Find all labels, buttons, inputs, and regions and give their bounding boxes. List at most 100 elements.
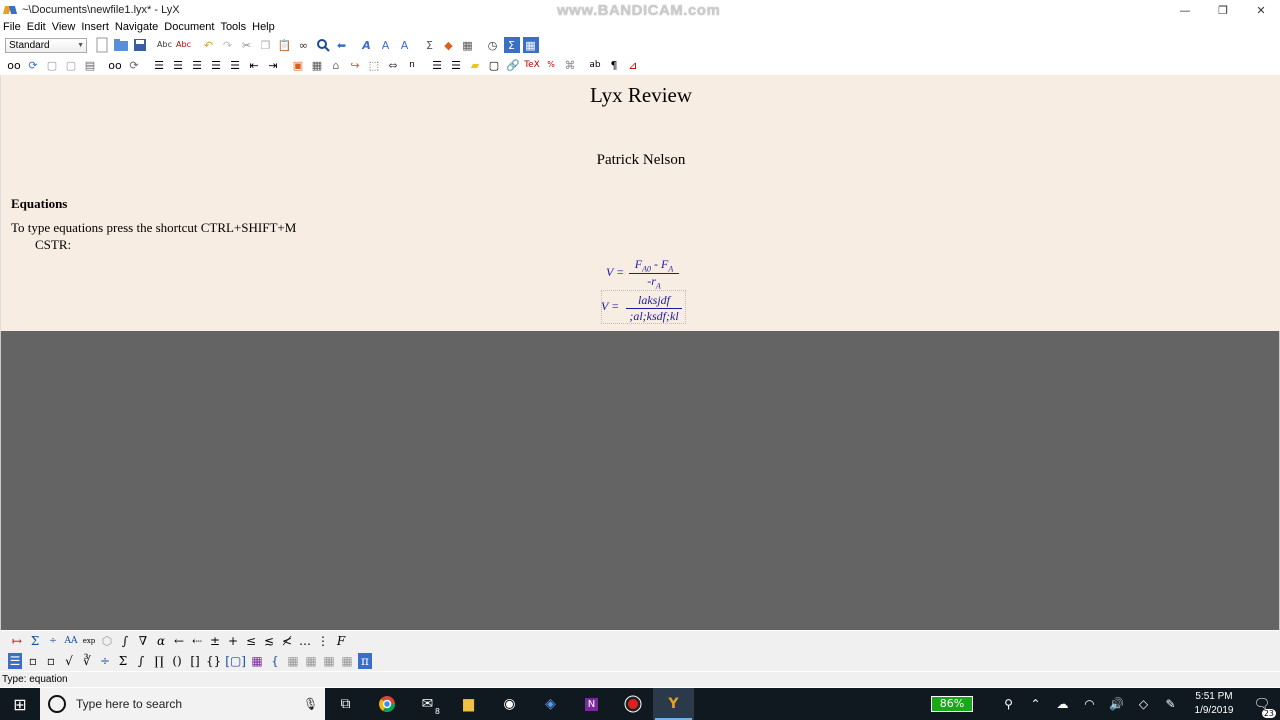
cut-icon[interactable]: ✂: [239, 37, 255, 53]
view-other-icon[interactable]: ▢: [44, 57, 60, 73]
arrow-left-icon[interactable]: ←: [172, 633, 186, 649]
sum-icon[interactable]: Σ: [28, 633, 42, 649]
equation-1[interactable]: V = FA0 - FA -rA: [606, 257, 686, 291]
microphone-icon[interactable]: 🎙: [303, 697, 318, 711]
taskbar-clock[interactable]: 5:51 PM 1/9/2019: [1184, 690, 1244, 718]
find-binoculars-icon[interactable]: ∞: [296, 37, 312, 53]
nth-root-icon[interactable]: ∛: [80, 653, 94, 669]
braces-icon[interactable]: {}: [206, 653, 221, 669]
onenote-app-icon[interactable]: N: [571, 688, 612, 720]
mail-app-icon[interactable]: ✉ 8: [407, 688, 448, 720]
pen-icon[interactable]: ✎: [1157, 697, 1184, 711]
insert-hyperlink-icon[interactable]: 🔗: [505, 57, 521, 73]
plus-minus-icon[interactable]: ±: [208, 633, 222, 649]
copy-icon[interactable]: ❐: [258, 37, 274, 53]
onedrive-icon[interactable]: ☁: [1049, 697, 1076, 711]
continuous-spellcheck-icon[interactable]: Abc: [176, 37, 192, 53]
itemize-icon[interactable]: ☰: [170, 57, 186, 73]
save-icon[interactable]: [132, 37, 148, 53]
windows-start-icon[interactable]: ⊞: [0, 688, 40, 720]
taskbar-search-box[interactable]: Type here to search 🎙: [40, 688, 325, 720]
open-folder-icon[interactable]: [113, 37, 129, 53]
text-style-icon[interactable]: A: [359, 37, 375, 53]
paste-icon[interactable]: 📋: [277, 37, 293, 53]
menu-document[interactable]: Document: [161, 20, 217, 34]
people-icon[interactable]: ⚲: [995, 697, 1022, 711]
toc-icon[interactable]: ⊿: [625, 57, 641, 73]
delete-column-icon[interactable]: ▦: [340, 653, 354, 669]
update-icon[interactable]: ⟳: [25, 57, 41, 73]
insert-nomenclature-icon[interactable]: n: [404, 57, 420, 73]
product-icon[interactable]: ∏: [152, 653, 166, 669]
big-integral-icon[interactable]: ∫: [134, 653, 148, 669]
export-icon[interactable]: ▤: [82, 57, 98, 73]
big-sum-icon[interactable]: Σ: [116, 653, 130, 669]
insert-cross-ref-icon[interactable]: ↪: [347, 57, 363, 73]
subscript-box-icon[interactable]: ▫: [26, 653, 40, 669]
menu-view[interactable]: View: [49, 20, 79, 34]
parentheses-icon[interactable]: (): [170, 653, 184, 669]
bandicam-app-icon[interactable]: [612, 688, 653, 720]
add-row-icon[interactable]: ▦: [286, 653, 300, 669]
menu-insert[interactable]: Insert: [78, 20, 112, 34]
insert-footnote-icon[interactable]: ☰: [429, 57, 445, 73]
volume-icon[interactable]: 🔊: [1103, 697, 1130, 711]
dashed-arrow-icon[interactable]: ⇠: [190, 633, 204, 649]
increase-depth-icon[interactable]: ⇥: [265, 57, 281, 73]
math-panel-icon[interactable]: Σ: [503, 37, 520, 53]
insert-branch-icon[interactable]: ab: [587, 57, 603, 73]
restore-button[interactable]: ❐: [1204, 0, 1242, 20]
brackets-icon[interactable]: []: [188, 653, 202, 669]
cases-icon[interactable]: {: [268, 653, 282, 669]
view-master-icon[interactable]: ▢: [63, 57, 79, 73]
math-mode-icon[interactable]: ↦: [10, 633, 24, 649]
insert-url-icon[interactable]: %: [543, 57, 559, 73]
wifi-icon[interactable]: ◠: [1076, 697, 1103, 711]
display-math-icon[interactable]: ☰: [8, 653, 22, 669]
add-column-icon[interactable]: ▦: [304, 653, 318, 669]
sum-math-icon[interactable]: Σ: [422, 37, 438, 53]
vertical-dots-icon[interactable]: ⋮: [316, 633, 330, 649]
paragraph-settings-icon[interactable]: ¶: [606, 57, 622, 73]
chrome-app-icon[interactable]: [366, 688, 407, 720]
minimize-button[interactable]: —: [1166, 0, 1204, 20]
math-panel-toggle-icon[interactable]: π: [357, 653, 372, 669]
task-view-icon[interactable]: ⧉: [325, 688, 366, 720]
insert-tex-code-icon[interactable]: TeX: [524, 57, 540, 73]
decrease-depth-icon[interactable]: ⇤: [246, 57, 262, 73]
integral-icon[interactable]: ∫: [118, 633, 132, 649]
exp-icon[interactable]: exp: [82, 633, 96, 649]
insert-figure-icon[interactable]: ▣: [290, 57, 306, 73]
close-button[interactable]: ✕: [1242, 0, 1280, 20]
dropbox-icon[interactable]: ◇: [1130, 697, 1157, 711]
spellcheck-icon[interactable]: Abc: [157, 37, 173, 53]
less-equal-alt-icon[interactable]: ≲: [262, 633, 276, 649]
view-icon[interactable]: oo: [6, 57, 22, 73]
dots-icon[interactable]: …: [298, 633, 312, 649]
file-explorer-icon[interactable]: ▆: [448, 688, 489, 720]
notification-center-icon[interactable]: 🗨 23: [1244, 697, 1280, 718]
menu-navigate[interactable]: Navigate: [112, 20, 161, 34]
back-arrow-icon[interactable]: ⬅: [334, 37, 350, 53]
menu-help[interactable]: Help: [249, 20, 278, 34]
matrix-icon[interactable]: ⬡: [100, 633, 114, 649]
insert-table-icon[interactable]: ▦: [460, 37, 476, 53]
nabla-icon[interactable]: ∇: [136, 633, 150, 649]
dev-app-icon[interactable]: ◈: [530, 688, 571, 720]
insert-citation-icon[interactable]: ⬚: [366, 57, 382, 73]
frac-icon[interactable]: ÷: [46, 633, 60, 649]
steam-app-icon[interactable]: ◉: [489, 688, 530, 720]
insert-label-icon[interactable]: ⌂: [328, 57, 344, 73]
insert-index-icon[interactable]: ⇔: [385, 57, 401, 73]
enumerate-icon[interactable]: ☰: [189, 57, 205, 73]
font-icon[interactable]: A: [378, 37, 394, 53]
track-changes-icon[interactable]: ⟳: [126, 57, 142, 73]
boxed-icon[interactable]: [▢]: [225, 653, 246, 669]
paragraph-layout-select[interactable]: Standard ▼: [5, 37, 87, 53]
search-icon[interactable]: [315, 37, 331, 53]
matrix-grid-icon[interactable]: ▦: [250, 653, 264, 669]
tray-expand-icon[interactable]: ⌃: [1022, 697, 1049, 711]
insert-box-icon[interactable]: ▢: [486, 57, 502, 73]
lyx-taskbar-icon[interactable]: Y: [653, 688, 694, 720]
description-icon[interactable]: ☰: [208, 57, 224, 73]
